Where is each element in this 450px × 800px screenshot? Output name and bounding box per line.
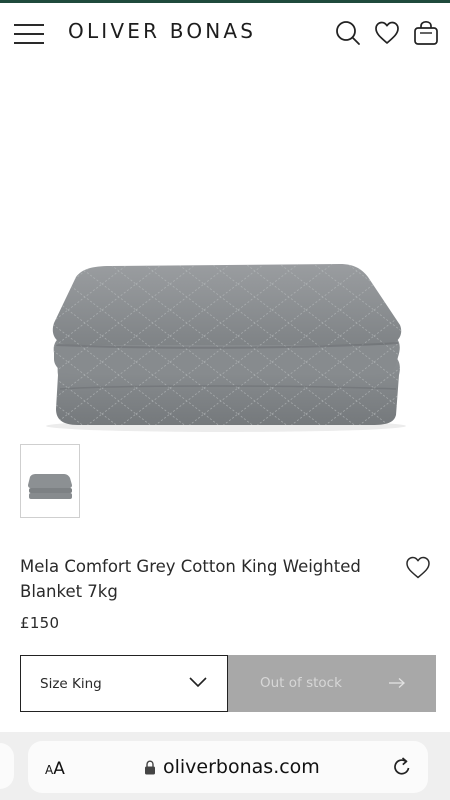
chevron-down-icon [189, 677, 207, 688]
blanket-thumbnail-image [28, 474, 72, 499]
browser-address-bar[interactable]: AA oliverbonas.com [28, 741, 428, 793]
reload-icon[interactable] [391, 756, 413, 778]
out-of-stock-label: Out of stock [260, 675, 342, 691]
bag-icon[interactable] [412, 19, 440, 47]
search-icon[interactable] [334, 19, 362, 47]
lock-icon [145, 760, 155, 775]
menu-icon-bar-1 [14, 24, 44, 26]
arrow-right-icon [389, 678, 405, 688]
url-text: oliverbonas.com [163, 756, 320, 778]
site-header: OLIVER BONAS [0, 3, 450, 63]
wishlist-heart-icon[interactable] [404, 554, 432, 580]
product-thumbnail[interactable] [20, 444, 80, 518]
product-price: £150 [20, 614, 60, 632]
heart-icon[interactable] [373, 19, 401, 47]
grey-blanket-image [46, 264, 406, 432]
menu-icon-bar-2 [14, 33, 44, 35]
browser-previous-tab-edge[interactable] [0, 743, 14, 789]
product-title: Mela Comfort Grey Cotton King Weighted B… [20, 557, 361, 601]
size-dropdown[interactable]: Size King [20, 655, 228, 712]
menu-icon-bar-3 [14, 42, 44, 44]
menu-button[interactable] [14, 21, 46, 47]
size-dropdown-label: Size King [40, 676, 102, 692]
out-of-stock-button[interactable]: Out of stock [228, 655, 436, 712]
text-size-button[interactable]: AA [45, 759, 65, 779]
product-image[interactable] [0, 63, 450, 438]
brand-logo[interactable]: OLIVER BONAS [68, 19, 256, 43]
